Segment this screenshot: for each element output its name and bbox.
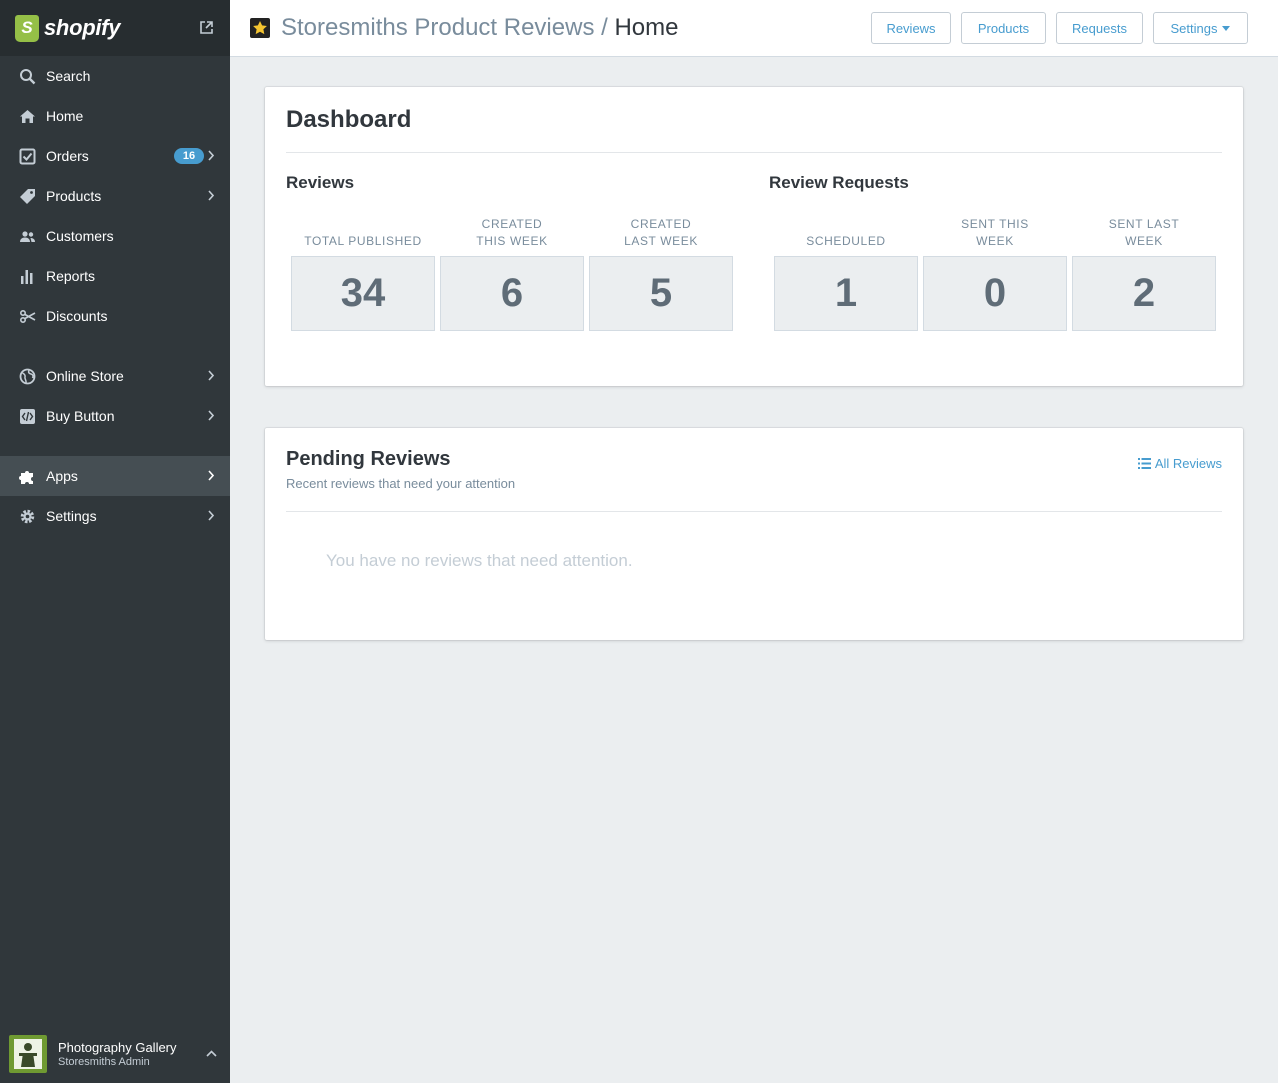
pending-reviews-card: Pending Reviews Recent reviews that need… — [265, 428, 1243, 640]
sidebar-item-reports[interactable]: Reports — [0, 256, 230, 296]
store-avatar — [9, 1035, 47, 1073]
chevron-right-icon — [208, 510, 214, 521]
requests-button[interactable]: Requests — [1056, 12, 1143, 44]
dashboard-title: Dashboard — [286, 106, 412, 133]
sidebar-item-settings[interactable]: Settings — [0, 496, 230, 536]
puzzle-icon — [19, 471, 33, 484]
top-bar: Storesmiths Product Reviews / Home Revie… — [230, 0, 1278, 57]
sidebar-item-label: Products — [46, 188, 102, 204]
requests-button-label: Requests — [1072, 20, 1127, 36]
sidebar-item-label: Search — [46, 68, 91, 84]
globe-icon — [19, 368, 36, 385]
reviews-button-label: Reviews — [886, 20, 936, 36]
sidebar-item-label: Discounts — [46, 308, 108, 324]
stat-value-created-this-week: 6 — [440, 256, 584, 331]
caret-down-icon — [1222, 26, 1231, 31]
stat-label-created-this-week: Created This Week — [476, 217, 548, 248]
empty-state-message: You have no reviews that need attention. — [326, 551, 633, 570]
sidebar-nav: Search Home Orders 16 Products Customers… — [0, 56, 230, 536]
sidebar-item-label: Buy Button — [46, 408, 115, 424]
sidebar-spacer — [0, 436, 230, 456]
breadcrumb-separator: / — [594, 14, 615, 41]
chevron-up-icon — [206, 1050, 217, 1057]
stat-value-created-last-week: 5 — [589, 256, 733, 331]
sidebar-item-label: Orders — [46, 148, 89, 164]
settings-button-label: Settings — [1170, 20, 1218, 36]
reviews-button[interactable]: Reviews — [871, 12, 951, 44]
stat-value-total-published: 34 — [291, 256, 435, 331]
settings-dropdown-button[interactable]: Settings — [1153, 12, 1248, 44]
sidebar-item-products[interactable]: Products — [0, 176, 230, 216]
gear-icon — [20, 509, 35, 524]
stat-value-sent-this-week: 0 — [923, 256, 1067, 331]
stat-label-sent-last-week: Sent Last Week — [1108, 217, 1180, 248]
stat-label-created-last-week: Created Last Week — [624, 217, 698, 248]
sidebar-item-label: Home — [46, 108, 84, 124]
search-icon — [20, 69, 36, 85]
code-icon — [20, 409, 35, 424]
products-button-label: Products — [977, 20, 1030, 36]
page-title: Storesmiths Product Reviews / Home — [281, 14, 679, 42]
sidebar-item-label: Reports — [46, 268, 96, 284]
requests-section-title: Review Requests — [769, 173, 909, 192]
account-info: Photography Gallery Storesmiths Admin — [58, 1040, 177, 1068]
sidebar-item-customers[interactable]: Customers — [0, 216, 230, 256]
all-reviews-link[interactable]: All Reviews — [1137, 456, 1222, 471]
sidebar-item-label: Settings — [46, 508, 97, 524]
stat-value-sent-last-week: 2 — [1072, 256, 1216, 331]
orders-icon — [19, 148, 36, 165]
brand-name: shopify — [44, 15, 121, 40]
stat-label-total-published: Total Published — [304, 234, 422, 248]
external-link-icon[interactable] — [200, 21, 213, 34]
app-name-breadcrumb[interactable]: Storesmiths Product Reviews — [281, 14, 594, 41]
sidebar-item-apps[interactable]: Apps — [0, 456, 230, 496]
chevron-right-icon — [208, 470, 214, 481]
stat-label-scheduled: Scheduled — [806, 234, 886, 248]
sidebar-item-home[interactable]: Home — [0, 96, 230, 136]
pending-reviews-title: Pending Reviews — [286, 448, 451, 470]
all-reviews-label: All Reviews — [1154, 456, 1222, 471]
sidebar: shopify Search Home Orders 16 Products C… — [0, 0, 230, 1083]
reviews-section-title: Reviews — [286, 173, 355, 192]
chevron-right-icon — [208, 190, 214, 201]
stat-value-scheduled: 1 — [774, 256, 918, 331]
stat-label-sent-this-week: Sent This Week — [961, 217, 1029, 248]
sidebar-item-search[interactable]: Search — [0, 56, 230, 96]
products-button[interactable]: Products — [961, 12, 1046, 44]
sidebar-item-label: Customers — [46, 228, 114, 244]
chevron-right-icon — [208, 410, 214, 421]
bar-chart-icon — [21, 270, 33, 284]
brand-header: shopify — [0, 0, 230, 56]
account-store-name: Photography Gallery — [58, 1040, 177, 1055]
customers-icon — [20, 231, 35, 242]
divider — [286, 511, 1222, 512]
divider — [286, 152, 1222, 153]
dashboard-card: Dashboard Reviews Review Requests Total … — [265, 87, 1243, 386]
sidebar-item-buy-button[interactable]: Buy Button — [0, 396, 230, 436]
chevron-right-icon — [208, 370, 214, 381]
orders-count-badge: 16 — [174, 148, 204, 164]
tag-icon — [20, 189, 35, 204]
sidebar-item-label: Online Store — [46, 368, 124, 384]
current-page: Home — [614, 14, 679, 41]
list-icon — [1137, 458, 1151, 469]
sidebar-item-discounts[interactable]: Discounts — [0, 296, 230, 336]
app-star-icon — [250, 18, 270, 38]
pending-reviews-subtitle: Recent reviews that need your attention — [286, 476, 516, 491]
sidebar-item-online-store[interactable]: Online Store — [0, 356, 230, 396]
shopify-logo-icon — [15, 14, 39, 42]
discount-icon — [19, 309, 36, 324]
sidebar-item-label: Apps — [46, 468, 78, 484]
account-switcher[interactable]: Photography Gallery Storesmiths Admin — [0, 1029, 230, 1079]
chevron-right-icon — [208, 150, 214, 161]
sidebar-item-orders[interactable]: Orders 16 — [0, 136, 230, 176]
sidebar-spacer — [0, 336, 230, 356]
account-role: Storesmiths Admin — [58, 1056, 150, 1068]
home-icon — [20, 110, 35, 123]
